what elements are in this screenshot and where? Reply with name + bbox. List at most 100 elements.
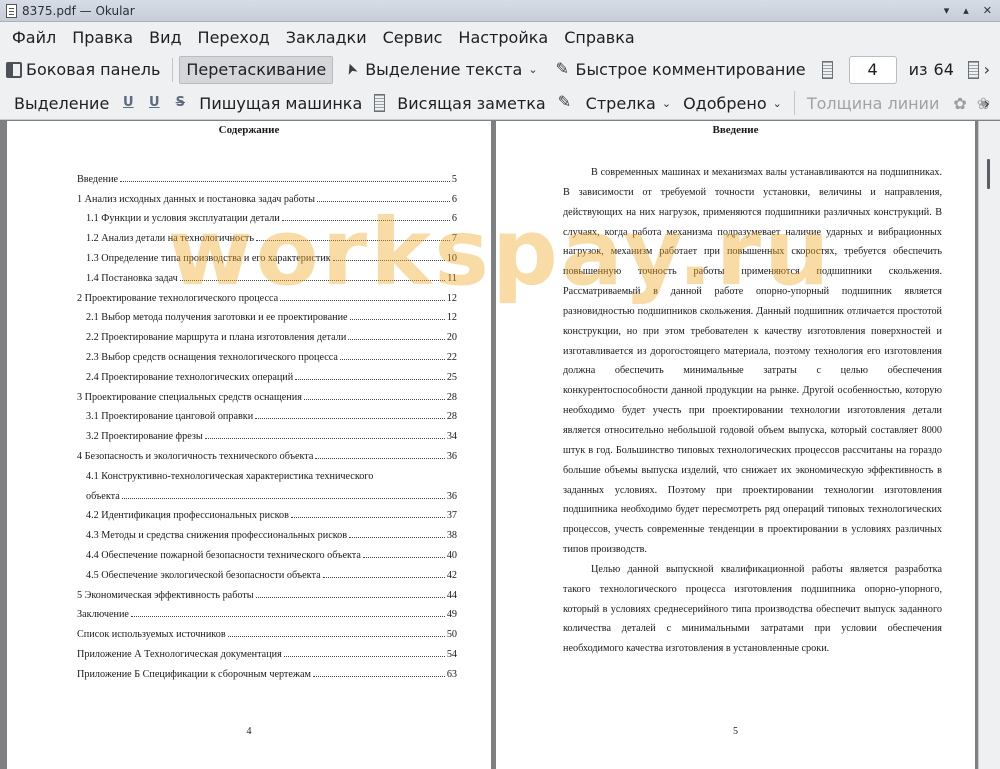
toc-entry-title: объекта — [86, 490, 120, 502]
window-controls: ▾ ▴ ✕ — [944, 4, 992, 17]
sidebar-toggle-button[interactable]: Боковая панель — [0, 56, 166, 84]
toc-entry[interactable]: 4.4 Обеспечение пожарной безопасности те… — [77, 541, 457, 561]
toc-entry[interactable]: Список используемых источников 50 — [77, 620, 457, 640]
toc-entry[interactable]: 3.1 Проектирование цанговой оправки 28 — [77, 403, 457, 422]
menu-edit[interactable]: Правка — [64, 28, 141, 47]
toc-entry[interactable]: 1 Анализ исходных данных и постановка за… — [77, 185, 457, 205]
chevron-down-icon[interactable]: ⌄ — [528, 63, 537, 76]
maximize-icon[interactable]: ▴ — [963, 4, 969, 17]
note-icon — [374, 94, 386, 112]
toc-entry-page: 40 — [446, 549, 457, 561]
menu-tools[interactable]: Сервис — [375, 28, 451, 47]
toc-leader-dots — [121, 497, 445, 499]
underline-icon[interactable]: U — [120, 95, 136, 111]
toc-leader-dots — [283, 655, 445, 657]
toc-leader-dots — [120, 180, 450, 182]
toc-entry[interactable]: 4.5 Обеспечение экологической безопаснос… — [77, 561, 457, 581]
menu-settings[interactable]: Настройка — [450, 28, 556, 47]
toc-entry[interactable]: объекта 36 — [77, 482, 457, 502]
toc-entry[interactable]: 1.4 Постановка задач 11 — [77, 264, 457, 284]
scrollbar-thumb[interactable] — [987, 159, 990, 189]
toc-leader-dots — [322, 576, 445, 578]
toc-entry-title: 3 Проектирование специальных средств осн… — [77, 391, 302, 403]
toc-entry-title: 2 Проектирование технологического процес… — [77, 292, 279, 304]
chevron-down-icon[interactable]: ⌄ — [773, 97, 782, 110]
page-title: Введение — [712, 124, 759, 136]
table-of-contents: Введение 5 1 Анализ исходных данных и пост… — [77, 165, 457, 680]
toc-entry-title: 4 Безопасность и экологичность техническ… — [77, 450, 314, 462]
toc-leader-dots — [256, 240, 450, 242]
toc-entry[interactable]: 3 Проектирование специальных средств осн… — [77, 383, 457, 403]
toc-entry[interactable]: 2.4 Проектирование технологических опера… — [77, 363, 457, 383]
toc-leader-dots — [295, 378, 445, 380]
toc-entry-title: 4.2 Идентификация профессиональных риско… — [86, 510, 289, 522]
quick-annotation-button[interactable]: Быстрое комментирование — [550, 56, 812, 84]
toc-entry[interactable]: 1.3 Определение типа производства и его … — [77, 244, 457, 264]
toc-entry[interactable]: 1.1 Функции и условия эксплуатации детал… — [77, 205, 457, 225]
toc-entry-page: 50 — [446, 629, 457, 641]
toc-entry-title: 1.1 Функции и условия эксплуатации детал… — [86, 213, 280, 225]
line-width-control[interactable]: Толщина линии — [801, 89, 946, 117]
toc-entry[interactable]: 2.1 Выбор метода получения заготовки и е… — [77, 304, 457, 324]
toc-entry[interactable]: 4.3 Методы и средства снижения профессио… — [77, 521, 457, 541]
popup-note-tool-button[interactable]: Висящая заметка — [368, 89, 551, 117]
toolbar-separator — [793, 91, 795, 115]
toc-entry-page: 37 — [446, 510, 457, 522]
menu-go[interactable]: Переход — [190, 28, 278, 47]
toc-entry[interactable]: 2.2 Проектирование маршрута и плана изго… — [77, 323, 457, 343]
sidebar-icon — [6, 61, 22, 78]
toc-entry[interactable]: Заключение 49 — [77, 601, 457, 620]
page-number: 5 — [733, 726, 738, 737]
toc-leader-dots — [362, 556, 445, 558]
text-select-tool-button[interactable]: Выделение текста ⌄ — [339, 56, 543, 84]
toc-entry-page: 20 — [446, 332, 457, 344]
toc-entry[interactable]: 5 Экономическая эффективность работы 44 — [77, 581, 457, 601]
stamp-tool-button[interactable]: Одобрено ⌄ — [677, 89, 788, 117]
toc-entry[interactable]: 1.2 Анализ детали на технологичность 7 — [77, 224, 457, 244]
menu-view[interactable]: Вид — [141, 28, 189, 47]
toc-entry[interactable]: Приложение Б Спецификации к сборочным че… — [77, 660, 457, 680]
vertical-scrollbar[interactable] — [978, 121, 1000, 769]
chevron-down-icon[interactable]: ⌄ — [662, 97, 671, 110]
toc-entry-title: 1.4 Постановка задач — [86, 272, 178, 284]
arrow-tool-button[interactable]: Стрелка ⌄ — [552, 89, 677, 117]
menu-help[interactable]: Справка — [556, 28, 643, 47]
toc-entry[interactable]: 3.2 Проектирование фрезы 34 — [77, 422, 457, 442]
toc-entry-page: 36 — [446, 450, 457, 462]
toolbar-overflow-icon[interactable]: › — [984, 60, 990, 79]
toc-entry-page: 22 — [446, 351, 457, 363]
toc-entry[interactable]: 2.3 Выбор средств оснащения технологичес… — [77, 343, 457, 363]
pen-icon — [556, 59, 572, 78]
toc-entry[interactable]: 4.1 Конструктивно-технологическая характ… — [77, 462, 457, 482]
typewriter-tool-button[interactable]: Пишущая машинка — [193, 89, 368, 117]
toolbar-overflow-icon[interactable]: › — [984, 94, 990, 113]
previous-page-icon — [821, 60, 833, 79]
browse-tool-button[interactable]: Перетаскивание — [179, 55, 334, 84]
minimize-icon[interactable]: ▾ — [944, 4, 950, 17]
next-page-icon — [967, 60, 979, 79]
toc-entry[interactable]: 2 Проектирование технологического процес… — [77, 284, 457, 304]
page-4: Содержание Введение 5 1 Анализ исходных да… — [7, 121, 491, 769]
squiggle-icon[interactable]: U — [146, 95, 162, 111]
toc-entry-page: 28 — [446, 391, 457, 403]
toc-entry-page: 63 — [446, 668, 457, 680]
toc-entry[interactable]: 4 Безопасность и экологичность техническ… — [77, 442, 457, 462]
toc-entry-page: 25 — [446, 371, 457, 383]
page-number-input[interactable]: 4 — [848, 55, 897, 84]
document-viewer[interactable]: Содержание Введение 5 1 Анализ исходных да… — [0, 121, 1000, 769]
toc-entry[interactable]: Приложение А Технологическая документаци… — [77, 640, 457, 660]
previous-page-button[interactable] — [816, 56, 843, 84]
menu-bookmarks[interactable]: Закладки — [278, 28, 375, 47]
toc-leader-dots — [349, 537, 445, 539]
toc-entry[interactable]: 4.2 Идентификация профессиональных риско… — [77, 502, 457, 522]
close-icon[interactable]: ✕ — [983, 4, 992, 17]
toc-entry-title: 2.1 Выбор метода получения заготовки и е… — [86, 312, 348, 324]
color-icon[interactable]: ✿ — [953, 94, 966, 113]
menu-file[interactable]: Файл — [4, 28, 64, 47]
toc-entry-page: 12 — [446, 292, 457, 304]
toc-entry[interactable]: Введение 5 — [77, 165, 457, 185]
text-select-label: Выделение текста — [365, 60, 523, 79]
strikeout-icon[interactable]: S — [172, 95, 188, 111]
highlight-tool-button[interactable]: Выделение — [0, 89, 115, 117]
toc-leader-dots — [312, 675, 445, 677]
